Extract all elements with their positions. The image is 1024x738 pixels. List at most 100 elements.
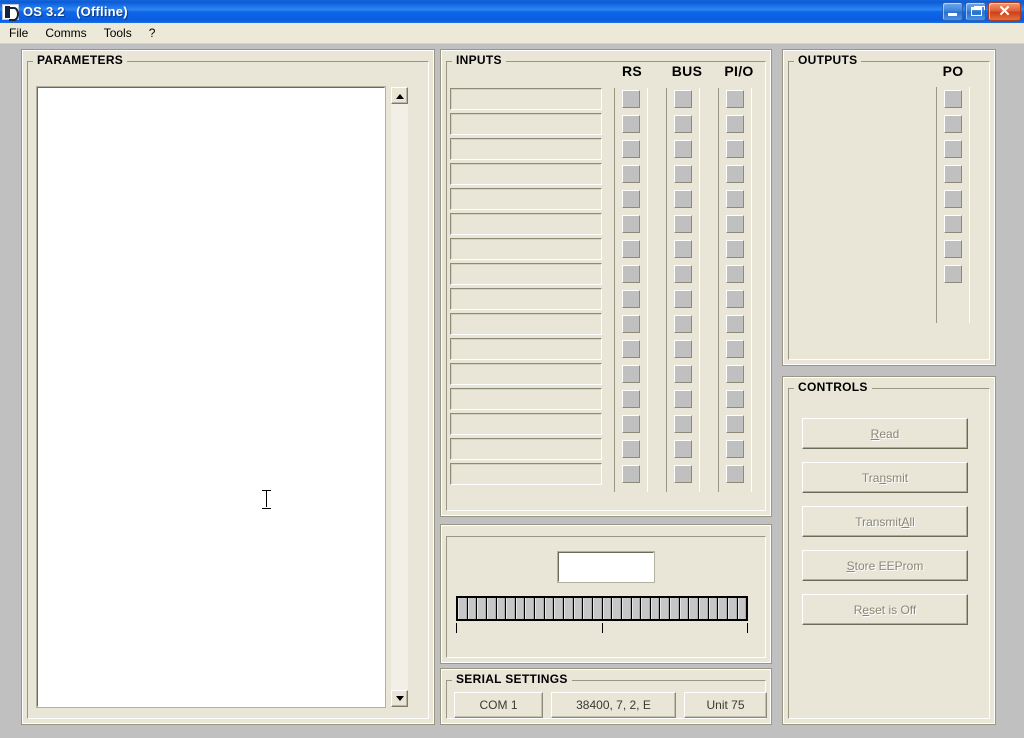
bit-value-input[interactable] [557,551,655,583]
status-indicator[interactable] [944,240,962,258]
bit-cell[interactable] [631,598,642,619]
status-indicator[interactable] [944,115,962,133]
bit-cell[interactable] [554,598,565,619]
bit-cell[interactable] [573,598,584,619]
status-indicator[interactable] [674,265,692,283]
status-indicator[interactable] [944,215,962,233]
scrollbar-track[interactable] [391,104,408,690]
bit-cell[interactable] [727,598,738,619]
status-indicator[interactable] [674,140,692,158]
input-field[interactable] [450,313,602,335]
menu-item-tools[interactable]: Tools [96,24,140,42]
status-indicator[interactable] [622,315,640,333]
input-field[interactable] [450,438,602,460]
bit-cell[interactable] [525,598,536,619]
parameters-scrollbar[interactable] [391,87,408,707]
minimize-button[interactable] [942,2,963,21]
bit-cell[interactable] [477,598,487,619]
bit-cell[interactable] [506,598,516,619]
status-indicator[interactable] [674,115,692,133]
status-indicator[interactable] [622,340,640,358]
status-indicator[interactable] [726,115,744,133]
bit-cell[interactable] [486,598,497,619]
status-indicator[interactable] [726,315,744,333]
window-titlebar[interactable]: OS 3.2 (Offline) ✕ [0,0,1024,23]
bit-cell[interactable] [602,598,613,619]
bit-array-bar[interactable] [456,596,748,621]
status-indicator[interactable] [622,215,640,233]
scroll-up-arrow-icon[interactable] [391,87,408,104]
status-indicator[interactable] [726,215,744,233]
status-indicator[interactable] [726,290,744,308]
status-indicator[interactable] [944,190,962,208]
input-field[interactable] [450,113,602,135]
bit-cell[interactable] [458,598,468,619]
status-indicator[interactable] [726,240,744,258]
bit-cell[interactable] [583,598,593,619]
status-indicator[interactable] [674,215,692,233]
menu-item-comms[interactable]: Comms [37,24,94,42]
bit-cell[interactable] [612,598,622,619]
bit-cell[interactable] [515,598,526,619]
status-indicator[interactable] [726,90,744,108]
status-indicator[interactable] [674,440,692,458]
status-indicator[interactable] [622,140,640,158]
input-field[interactable] [450,363,602,385]
status-indicator[interactable] [674,240,692,258]
bit-cell[interactable] [641,598,651,619]
bit-cell[interactable] [467,598,478,619]
input-field[interactable] [450,288,602,310]
bit-cell[interactable] [592,598,603,619]
status-indicator[interactable] [622,440,640,458]
serial-unit-field[interactable]: Unit 75 [684,692,767,718]
input-field[interactable] [450,338,602,360]
status-indicator[interactable] [674,365,692,383]
input-field[interactable] [450,163,602,185]
close-button[interactable]: ✕ [988,2,1021,21]
restore-button[interactable] [965,2,986,21]
status-indicator[interactable] [674,90,692,108]
bit-cell[interactable] [660,598,671,619]
bit-cell[interactable] [699,598,709,619]
transmit-button[interactable]: Tra n smit [802,462,968,493]
menu-item-file[interactable]: File [1,24,36,42]
bit-cell[interactable] [689,598,700,619]
bit-cell[interactable] [670,598,680,619]
status-indicator[interactable] [674,315,692,333]
transmit-all-button[interactable]: Transmit All [802,506,968,537]
status-indicator[interactable] [674,190,692,208]
bit-cell[interactable] [708,598,719,619]
bit-cell[interactable] [621,598,632,619]
serial-port-field[interactable]: COM 1 [454,692,543,718]
input-field[interactable] [450,413,602,435]
status-indicator[interactable] [726,365,744,383]
status-indicator[interactable] [726,465,744,483]
input-field[interactable] [450,388,602,410]
status-indicator[interactable] [622,165,640,183]
status-indicator[interactable] [622,90,640,108]
status-indicator[interactable] [622,240,640,258]
status-indicator[interactable] [726,165,744,183]
input-field[interactable] [450,213,602,235]
bit-cell[interactable] [650,598,661,619]
input-field[interactable] [450,463,602,485]
status-indicator[interactable] [944,165,962,183]
serial-config-field[interactable]: 38400, 7, 2, E [551,692,676,718]
input-field[interactable] [450,88,602,110]
read-button[interactable]: Read [802,418,968,449]
status-indicator[interactable] [726,140,744,158]
status-indicator[interactable] [674,165,692,183]
status-indicator[interactable] [944,265,962,283]
parameters-list[interactable] [36,86,386,708]
status-indicator[interactable] [726,190,744,208]
status-indicator[interactable] [674,340,692,358]
status-indicator[interactable] [726,415,744,433]
status-indicator[interactable] [726,340,744,358]
status-indicator[interactable] [726,265,744,283]
status-indicator[interactable] [622,390,640,408]
status-indicator[interactable] [944,90,962,108]
bit-cell[interactable] [718,598,728,619]
bit-cell[interactable] [737,598,746,619]
store-eeprom-button[interactable]: Store EEProm [802,550,968,581]
status-indicator[interactable] [726,390,744,408]
